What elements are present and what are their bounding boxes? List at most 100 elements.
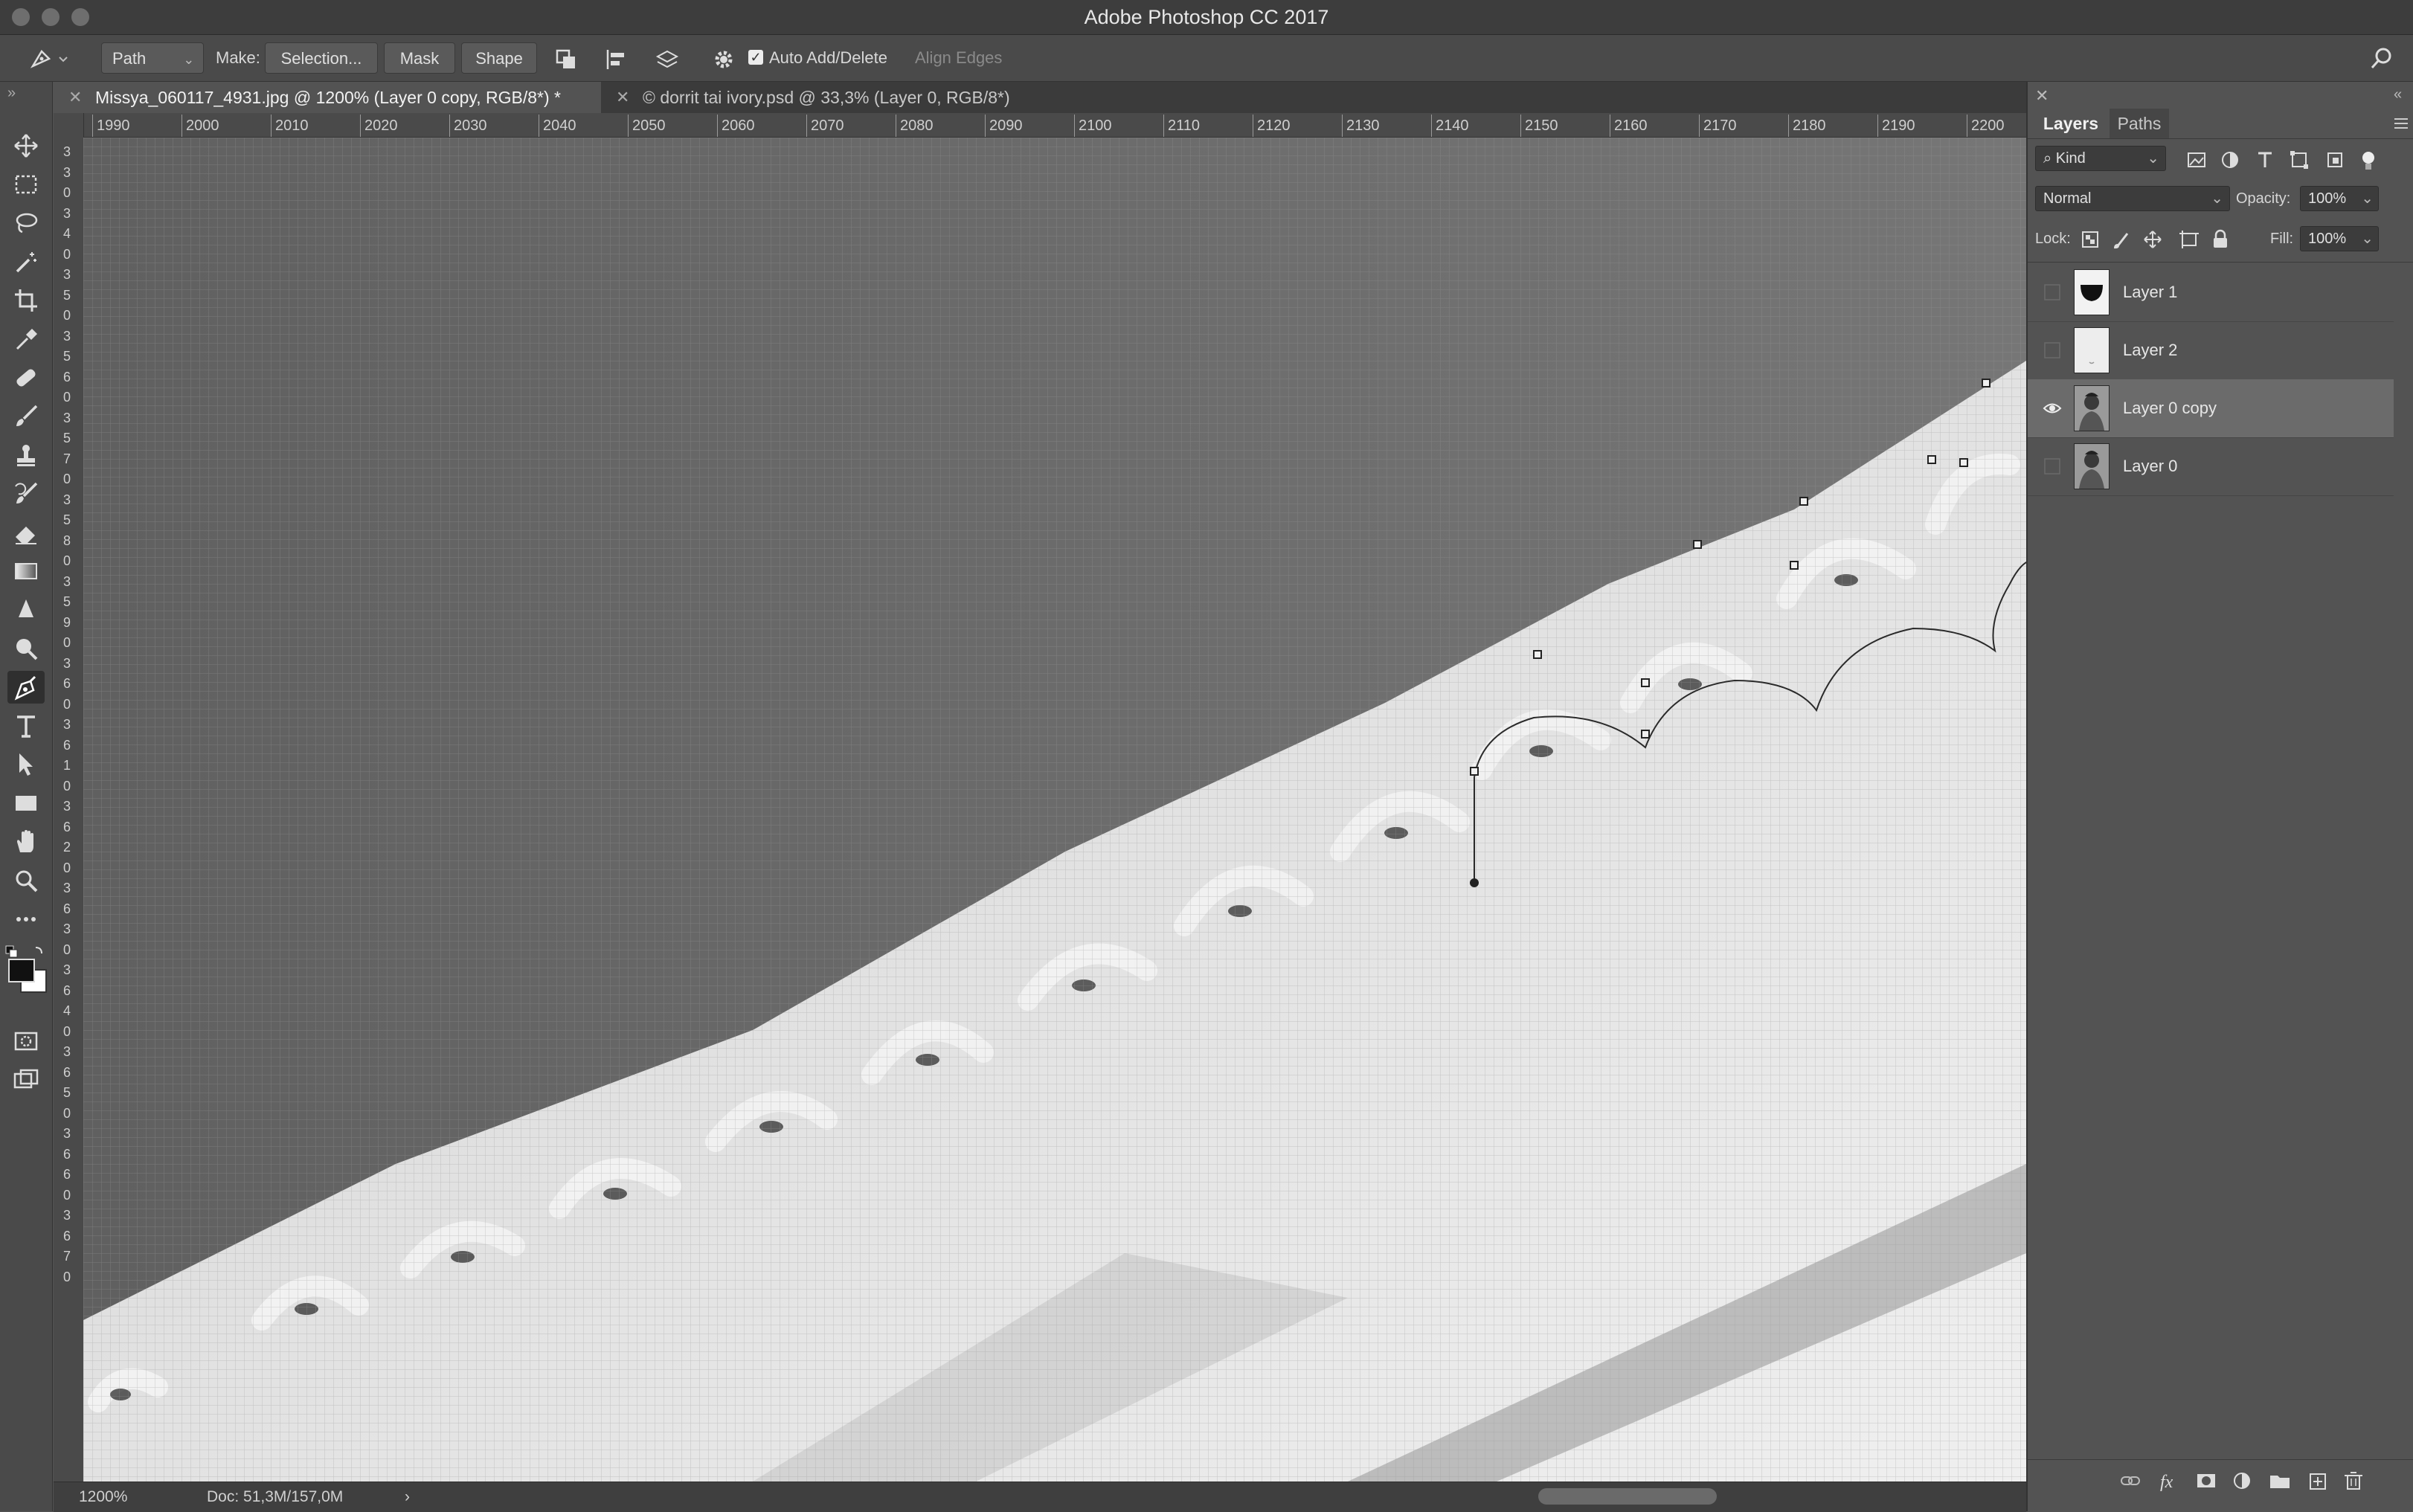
healing-brush-tool-icon[interactable] [7,361,45,394]
ruler-tick-label: 2 [62,840,71,855]
ruler-tick-label: 2070 [811,118,844,134]
tools-panel: » [0,82,53,1511]
screen-mode-icon[interactable] [7,1064,45,1096]
history-brush-tool-icon[interactable] [7,477,45,510]
ruler-major-tick [717,115,718,137]
close-panel-icon[interactable]: ✕ [2035,86,2049,106]
path-arrangement-icon[interactable] [655,47,684,72]
zoom-level[interactable]: 1200% [79,1482,127,1512]
status-menu-arrow[interactable]: › [405,1482,410,1512]
ruler-tick-label: 5 [62,287,71,303]
horizontal-scrollbar-thumb[interactable] [1538,1488,1717,1505]
close-tab-icon[interactable]: ✕ [68,82,82,113]
close-tab-icon[interactable]: ✕ [616,82,629,113]
link-layers-icon [2121,1476,2140,1485]
ruler-tick-label: 9 [62,614,71,630]
layer-filter-kind-select[interactable]: ⌕ Kind ⌄ [2035,146,2166,171]
gear-icon[interactable] [711,47,736,72]
brush-tool-icon[interactable] [7,400,45,433]
layer-name[interactable]: Layer 2 [2123,321,2177,379]
layer-row[interactable]: Layer 1 [2028,263,2394,322]
layer-name[interactable]: Layer 0 [2123,437,2177,495]
lock-options [2081,229,2237,250]
magic-wand-tool-icon[interactable] [7,245,45,278]
layer-row[interactable]: Layer 2 [2028,321,2394,380]
fill-input[interactable]: 100% ⌄ [2300,226,2379,251]
pen-tool-icon[interactable] [7,671,45,704]
ruler-tick-label: 0 [62,246,71,262]
ruler-tick-label: 0 [62,390,71,405]
ruler-tick-label: 2200 [1971,118,2005,134]
lasso-tool-icon[interactable] [7,207,45,239]
fill-value: 100% [2308,231,2347,247]
blur-tool-icon[interactable] [7,593,45,626]
layer-name[interactable]: Layer 1 [2123,263,2177,321]
marquee-tool-icon[interactable] [7,168,45,201]
rectangle-tool-icon[interactable] [7,787,45,820]
color-swatches[interactable] [4,945,49,994]
ruler-major-tick [628,115,629,137]
ruler-tick-label: 2180 [1793,118,1826,134]
smart-object-filter-icon [2327,152,2342,167]
document-tab[interactable]: ✕ © dorrit tai ivory.psd @ 33,3% (Layer … [601,82,1137,113]
make-mask-button[interactable]: Mask [384,42,455,74]
document-tab-active[interactable]: ✕ Missya_060117_4931.jpg @ 1200% (Layer … [54,82,601,113]
path-operations-icon[interactable] [553,47,583,72]
tool-preset-picker[interactable] [27,44,79,74]
eraser-tool-icon[interactable] [7,516,45,549]
visibility-toggle[interactable] [2043,283,2062,302]
auto-add-delete-checkbox[interactable]: ✓ [748,50,763,65]
panel-menu-icon[interactable] [2392,115,2410,132]
visibility-toggle[interactable] [2043,341,2062,360]
layer-row-selected[interactable]: Layer 0 copy [2028,379,2394,438]
vertical-ruler[interactable]: 3 3 0 3 4 0 3 5 0 3 5 6 0 3 5 7 0 3 5 8 0 3 5 9 0 3 6 0 3 6 1 0 3 6 2 0 3 6 3 0… [54,113,84,1482]
tab-layers[interactable]: Layers [2035,109,2107,138]
ruler-tick-label: 3 [62,717,71,732]
document-canvas[interactable] [83,138,2026,1482]
layer-name[interactable]: Layer 0 copy [2123,379,2217,437]
chevron-down-icon[interactable]: ⌄ [2361,187,2374,210]
more-tools-icon[interactable] [7,903,45,936]
zoom-tool-icon[interactable] [7,864,45,897]
move-tool-icon[interactable] [7,129,45,162]
eye-icon[interactable] [2043,399,2062,418]
ruler-tick-label: 2020 [364,118,398,134]
path-alignment-icon[interactable] [604,47,634,72]
type-tool-icon[interactable] [7,710,45,742]
dodge-tool-icon[interactable] [7,632,45,665]
opacity-input[interactable]: 100% ⌄ [2300,186,2379,211]
blend-mode-select[interactable]: Normal ⌄ [2035,186,2230,211]
pen-mode-select[interactable]: Path ⌄ [101,42,204,74]
clone-stamp-tool-icon[interactable] [7,439,45,472]
chevron-down-icon[interactable]: ⌄ [2361,227,2374,251]
layer-row[interactable]: Layer 0 [2028,437,2394,496]
make-shape-button[interactable]: Shape [461,42,537,74]
ruler-tick-label: 3 [62,799,71,814]
crop-tool-icon[interactable] [7,284,45,317]
collapse-panel-icon[interactable]: « [2394,86,2402,103]
ruler-tick-label: 5 [62,594,71,609]
eyedropper-tool-icon[interactable] [7,323,45,356]
quick-mask-icon[interactable] [7,1025,45,1058]
pixel-filter-icon [2188,152,2205,167]
document-tab-bar: ✕ Missya_060117_4931.jpg @ 1200% (Layer … [54,82,2026,113]
ruler-tick-label: 3 [62,328,71,344]
ruler-tick-label: 6 [62,1228,71,1244]
horizontal-ruler[interactable]: 1990 2000 2010 2020 2030 2040 2050 2060 2070 2080… [83,113,2026,138]
ruler-tick-label: 7 [62,1249,71,1264]
gradient-tool-icon[interactable] [7,555,45,588]
ruler-tick-label: 2060 [722,118,755,134]
hand-tool-icon[interactable] [7,826,45,858]
make-selection-button[interactable]: Selection... [265,42,378,74]
ruler-tick-label: 2080 [900,118,934,134]
blend-mode-value: Normal [2043,190,2092,207]
photo-icon [2074,385,2110,431]
path-selection-tool-icon[interactable] [7,748,45,781]
tab-paths[interactable]: Paths [2110,109,2169,138]
ruler-tick-label: 5 [62,512,71,527]
collapse-panel-icon[interactable]: » [7,85,16,102]
ruler-tick-label: 2090 [989,118,1023,134]
visibility-toggle[interactable] [2043,457,2062,476]
ruler-tick-label: 0 [62,778,71,794]
search-icon[interactable] [2368,45,2395,72]
